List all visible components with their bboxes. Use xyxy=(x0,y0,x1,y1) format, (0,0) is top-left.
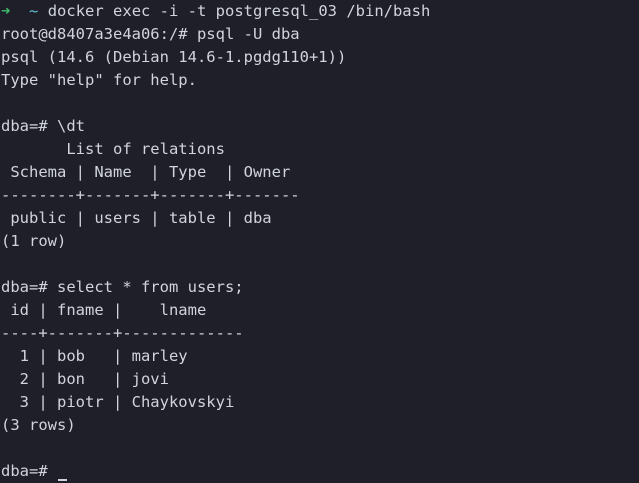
docker-command: docker exec -i -t postgresql_03 /bin/bas… xyxy=(47,2,431,20)
users-row: 3 | piotr | Chaykovskyi xyxy=(1,393,235,411)
shell-command-line: ➜ ~ docker exec -i -t postgresql_03 /bin… xyxy=(1,0,639,23)
relations-separator: --------+-------+-------+------- xyxy=(1,186,300,204)
current-prompt-line[interactable]: dba=# xyxy=(1,460,639,483)
prompt-directory: ~ xyxy=(29,2,39,20)
relations-count: (1 row) xyxy=(1,232,67,250)
select-command: dba=# select * from users; xyxy=(1,278,244,296)
users-row: 2 | bon | jovi xyxy=(1,370,169,388)
terminal-window[interactable]: ➜ ~ docker exec -i -t postgresql_03 /bin… xyxy=(0,0,639,483)
dt-command: dba=# \dt xyxy=(1,117,85,135)
relations-title: List of relations xyxy=(1,140,225,158)
psql-version: psql (14.6 (Debian 14.6-1.pgdg110+1)) xyxy=(1,48,347,66)
help-hint: Type "help" for help. xyxy=(1,71,197,89)
users-separator: ----+-------+------------- xyxy=(1,324,244,342)
relations-header: Schema | Name | Type | Owner xyxy=(1,163,291,181)
users-header: id | fname | lname xyxy=(1,301,207,319)
text-cursor xyxy=(58,479,67,481)
root-psql-command: root@d8407a3e4a06:/# psql -U dba xyxy=(1,25,300,43)
users-count: (3 rows) xyxy=(1,416,76,434)
current-prompt: dba=# xyxy=(1,462,57,480)
users-row: 1 | bob | marley xyxy=(1,347,188,365)
prompt-arrow-icon: ➜ xyxy=(1,2,11,20)
relations-row: public | users | table | dba xyxy=(1,209,272,227)
